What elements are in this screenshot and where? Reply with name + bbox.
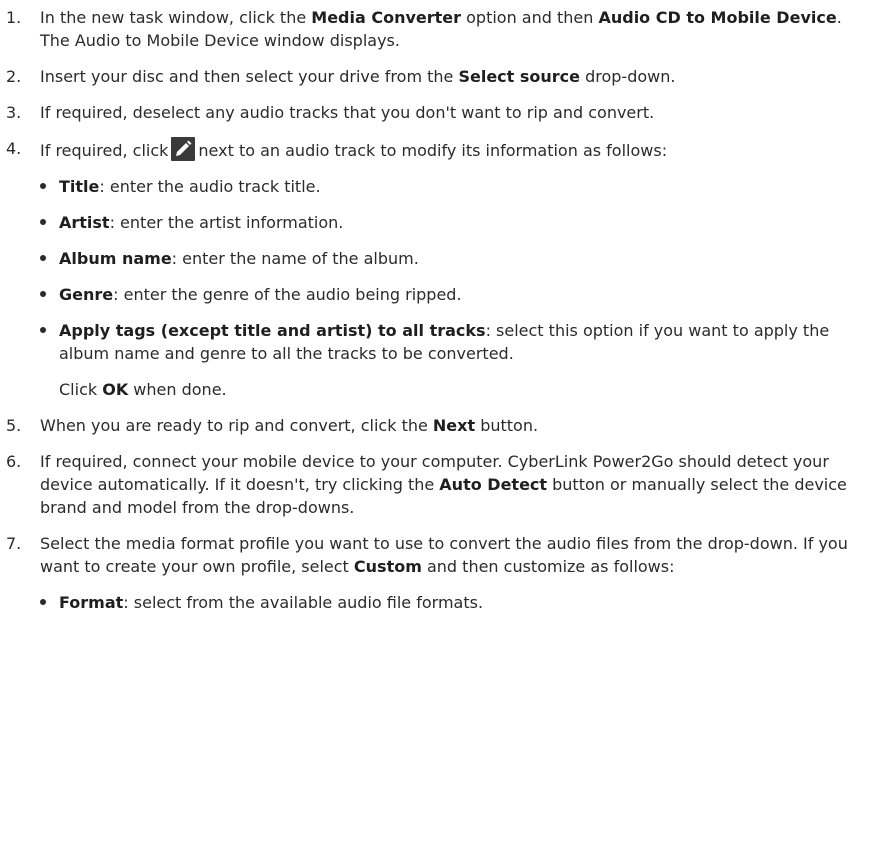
- bullet-genre: Genre: enter the genre of the audio bein…: [0, 283, 870, 306]
- step-1: 1. In the new task window, click the Med…: [0, 6, 870, 52]
- step-text-part: When you are ready to rip and convert, c…: [40, 416, 433, 435]
- step-text-part: option and then: [461, 8, 599, 27]
- step-4: 4. If required, click next to an audio tr…: [0, 137, 870, 162]
- step-3: 3. If required, deselect any audio track…: [0, 101, 870, 124]
- ui-term-audio-cd-to-mobile-device: Audio CD to Mobile Device: [598, 8, 837, 27]
- ui-term-custom: Custom: [353, 557, 422, 576]
- bullet-title: Title: enter the audio track title.: [0, 175, 870, 198]
- step-number: 1.: [6, 8, 22, 27]
- bullet-apply-tags: Apply tags (except title and artist) to …: [0, 319, 870, 365]
- step-text: If required, connect your mobile device …: [40, 450, 870, 519]
- ui-term-auto-detect: Auto Detect: [439, 475, 548, 494]
- step-text: If required, deselect any audio tracks t…: [40, 103, 655, 122]
- step-5: 5. When you are ready to rip and convert…: [0, 414, 870, 437]
- bullet-artist: Artist: enter the artist information.: [0, 211, 870, 234]
- bullet-dot: [40, 599, 46, 605]
- ui-term-media-converter: Media Converter: [311, 8, 462, 27]
- step-4-note: Click OK when done.: [0, 378, 870, 401]
- bullet-label: Genre: [59, 285, 114, 304]
- bullet-dot: [40, 255, 46, 261]
- bullet-text: : enter the audio track title.: [99, 177, 321, 196]
- step-text-part: and then customize as follows:: [421, 557, 675, 576]
- bullet-album-name: Album name: enter the name of the album.: [0, 247, 870, 270]
- step-number: 6.: [6, 452, 22, 471]
- step-text: Insert your disc and then select your dr…: [40, 65, 870, 88]
- ui-term-next: Next: [432, 416, 476, 435]
- note-text-part: Click: [59, 380, 103, 399]
- step-7: 7. Select the media format profile you w…: [0, 532, 870, 578]
- step-number: 3.: [6, 103, 22, 122]
- bullet-text: : enter the genre of the audio being rip…: [113, 285, 462, 304]
- step-text-part: If required, click: [40, 141, 169, 160]
- step-text-part: In the new task window, click the: [40, 8, 312, 27]
- step-text: If required, click next to an audio track…: [40, 137, 870, 162]
- note-text-part: when done.: [128, 380, 227, 399]
- step-text: When you are ready to rip and convert, c…: [40, 414, 870, 437]
- ui-term-ok: OK: [102, 380, 129, 399]
- bullet-text: : enter the name of the album.: [171, 249, 419, 268]
- step-text-part: drop-down.: [580, 67, 676, 86]
- bullet-format: Format: select from the available audio …: [0, 591, 870, 614]
- step-text: In the new task window, click the Media …: [40, 6, 870, 52]
- bullet-dot: [40, 183, 46, 189]
- step-text-part: button.: [475, 416, 539, 435]
- bullet-label: Apply tags (except title and artist) to …: [59, 321, 486, 340]
- bullet-label: Artist: [59, 213, 110, 232]
- document-body: 1. In the new task window, click the Med…: [0, 6, 870, 627]
- bullet-dot: [40, 219, 46, 225]
- ui-term-select-source: Select source: [458, 67, 581, 86]
- step-number: 7.: [6, 534, 22, 553]
- bullet-label: Format: [59, 593, 124, 612]
- bullet-dot: [40, 327, 46, 333]
- step-number: 4.: [6, 139, 22, 158]
- step-number: 5.: [6, 416, 22, 435]
- bullet-text: : select from the available audio file f…: [123, 593, 484, 612]
- bullet-label: Album name: [59, 249, 172, 268]
- bullet-dot: [40, 291, 46, 297]
- bullet-text: : enter the artist information.: [109, 213, 344, 232]
- step-text-part: Insert your disc and then select your dr…: [40, 67, 459, 86]
- step-number: 2.: [6, 67, 22, 86]
- step-text: Select the media format profile you want…: [40, 532, 870, 578]
- pencil-icon: [171, 137, 196, 161]
- step-2: 2. Insert your disc and then select your…: [0, 65, 870, 88]
- step-6: 6. If required, connect your mobile devi…: [0, 450, 870, 519]
- bullet-label: Title: [59, 177, 100, 196]
- step-text-part: next to an audio track to modify its inf…: [198, 141, 668, 160]
